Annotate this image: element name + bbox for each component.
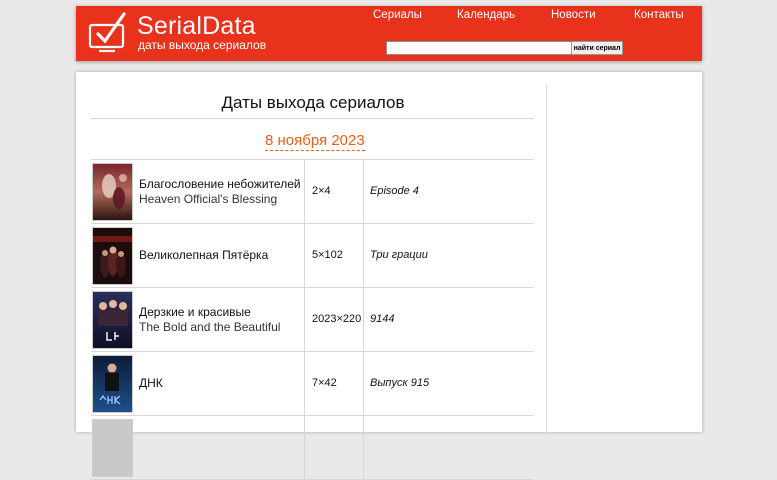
logo-subtitle: даты выхода сериалов [138,38,267,52]
series-title-ru[interactable]: ДНК [139,376,163,391]
search-input[interactable] [386,41,572,55]
table-row[interactable] [91,416,534,480]
main-content: Даты выхода сериалов 8 ноября 2023 Благо… [76,72,702,480]
search-button[interactable]: найти сериал [571,41,623,55]
episode-title: Episode 4 [370,185,419,197]
series-title-ru[interactable]: Дерзкие и красивые [139,305,251,320]
divider [363,352,364,415]
episode-number: 7×42 [312,377,337,389]
divider [304,352,305,415]
series-names: Дерзкие и красивые The Bold and the Beau… [139,288,304,351]
series-names: ДНК [139,352,304,415]
nav-item-calendar[interactable]: Календарь [457,8,515,22]
table-row[interactable]: Благословение небожителей Heaven Officia… [91,160,534,224]
page-title: Даты выхода сериалов [221,93,405,112]
episode-title: Три грации [370,249,428,261]
series-title-ru[interactable]: Великолепная Пятёрка [139,248,268,263]
divider [304,160,305,223]
date-heading[interactable]: 8 ноября 2023 [265,132,365,151]
table-row[interactable]: ДНК 7×42 Выпуск 915 [91,352,534,416]
nav-item-series[interactable]: Сериалы [373,8,422,22]
table-row[interactable]: Дерзкие и красивые The Bold and the Beau… [91,288,534,352]
nav-item-contacts[interactable]: Контакты [634,8,684,22]
divider [363,416,364,479]
divider [304,416,305,479]
series-poster[interactable] [92,291,133,349]
series-title-en[interactable]: The Bold and the Beautiful [139,320,280,335]
episode-title: Выпуск 915 [370,377,430,389]
episode-title: 9144 [370,313,395,325]
sidebar-divider [546,84,547,434]
divider [91,118,534,119]
series-poster[interactable] [92,227,133,285]
episode-number: 2023×220 [312,313,362,325]
episode-number: 2×4 [312,185,331,197]
series-title-ru[interactable]: Благословение небожителей [139,177,301,192]
divider [363,224,364,287]
divider [304,224,305,287]
divider [363,288,364,351]
table-row[interactable]: Великолепная Пятёрка 5×102 Три грации [91,224,534,288]
site-header: SerialData даты выхода сериалов Сериалы … [76,6,702,61]
series-poster[interactable] [92,163,133,221]
nav-item-news[interactable]: Новости [551,8,596,22]
tv-checkmark-icon[interactable] [88,11,128,55]
series-names: Великолепная Пятёрка [139,224,304,287]
logo-title[interactable]: SerialData [137,13,256,39]
divider [363,160,364,223]
series-poster[interactable] [92,419,133,477]
episode-number: 5×102 [312,249,343,261]
series-title-en[interactable]: Heaven Official's Blessing [139,192,277,207]
series-poster[interactable] [92,355,133,413]
divider [304,288,305,351]
series-names: Благословение небожителей Heaven Officia… [139,160,304,223]
